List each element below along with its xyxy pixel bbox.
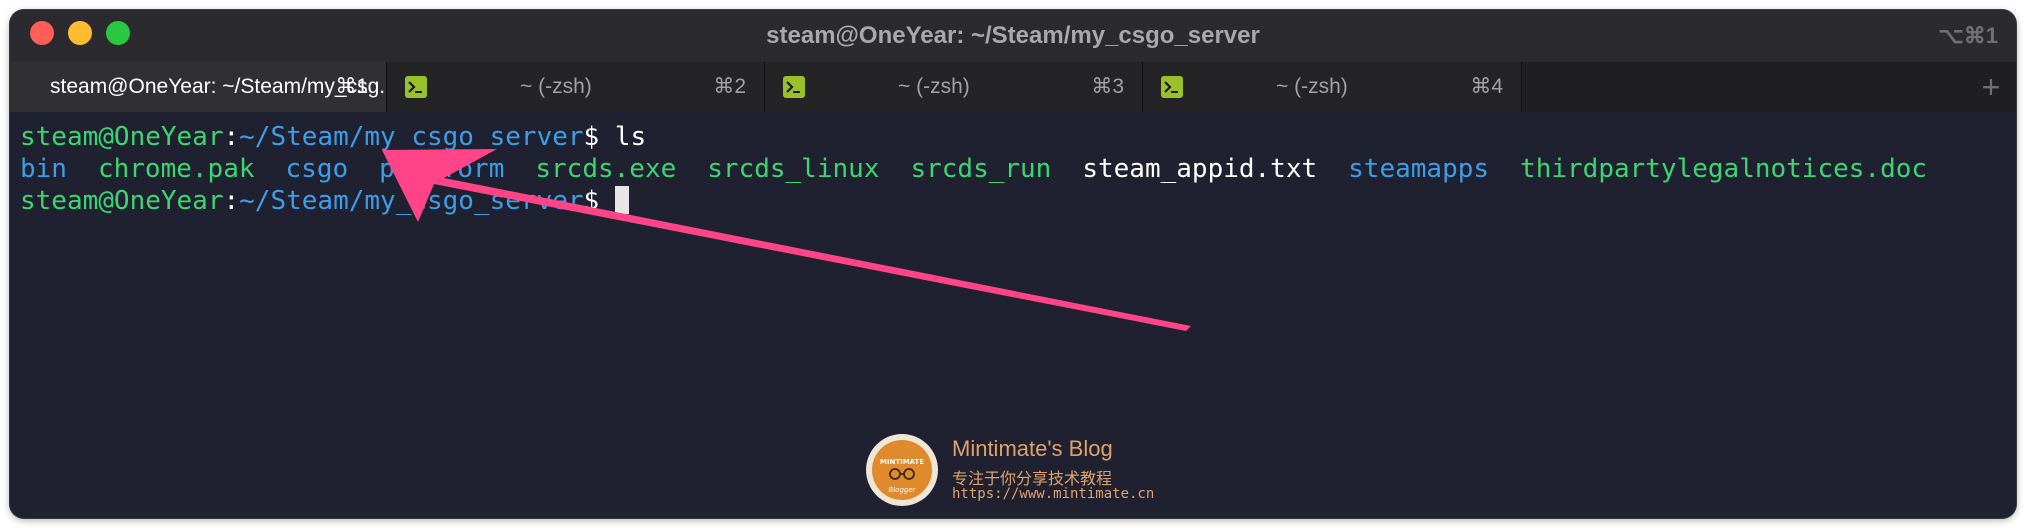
title-bar[interactable]: steam@OneYear: ~/Steam/my_csgo_server ⌥⌘…: [10, 10, 2016, 63]
tab-2[interactable]: ~ (-zsh) ⌘2: [387, 62, 765, 112]
terminal-icon: [405, 76, 427, 98]
new-tab-button[interactable]: +: [1966, 62, 2016, 112]
tab-4[interactable]: ~ (-zsh) ⌘4: [1143, 62, 1522, 112]
tab-shortcut: ⌘2: [713, 75, 746, 98]
tab-bar: steam@OneYear: ~/Steam/my_csg... ⌘1 ~ (-…: [10, 62, 2016, 112]
terminal-window: steam@OneYear: ~/Steam/my_csgo_server ⌥⌘…: [10, 10, 2016, 518]
logo-subtext: Blogger: [888, 486, 916, 494]
blog-watermark: MINTIMATE Blogger Mintimate's Blog 专注于你分…: [866, 434, 1186, 506]
tab-label: ~ (-zsh): [898, 75, 970, 98]
logo-text: MINTIMATE: [880, 458, 924, 466]
tab-1[interactable]: steam@OneYear: ~/Steam/my_csg... ⌘1: [10, 62, 397, 112]
window-shortcut: ⌥⌘1: [1938, 23, 1998, 48]
tab-label: ~ (-zsh): [520, 75, 592, 98]
tab-label: ~ (-zsh): [1276, 75, 1348, 98]
blog-logo: MINTIMATE Blogger: [866, 434, 938, 506]
window-title: steam@OneYear: ~/Steam/my_csgo_server: [766, 22, 1260, 49]
tab-3[interactable]: ~ (-zsh) ⌘3: [765, 62, 1143, 112]
tab-shortcut: ⌘1: [335, 75, 368, 98]
terminal-icon: [783, 76, 805, 98]
blog-name: Mintimate's Blog: [952, 436, 1113, 461]
terminal-content[interactable]: steam@OneYear:~/Steam/my_csgo_server$ ls…: [10, 112, 2016, 518]
tab-shortcut: ⌘3: [1091, 75, 1124, 98]
terminal-icon: [1161, 76, 1183, 98]
blog-url: https://www.mintimate.cn: [952, 486, 1155, 502]
tab-shortcut: ⌘4: [1470, 75, 1503, 98]
